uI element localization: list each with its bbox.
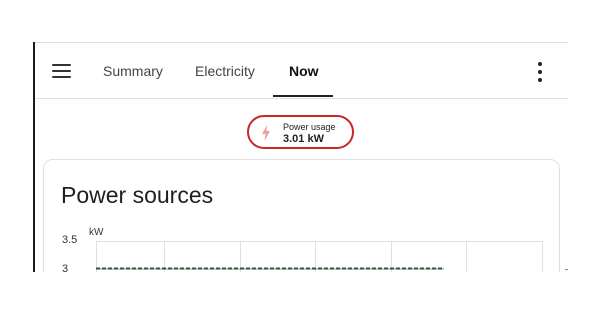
top-toolbar: Summary Electricity Now [35, 43, 568, 99]
hamburger-menu-icon[interactable] [52, 59, 76, 83]
power-sources-chart [96, 241, 543, 272]
page-bottom-area [0, 272, 600, 315]
y-tick-label: 3.5 [62, 234, 78, 246]
power-usage-label: Power usage [283, 122, 336, 132]
power-usage-badge[interactable]: Power usage 3.01 kW [247, 115, 354, 149]
tab-now[interactable]: Now [289, 43, 319, 98]
lightning-bolt-icon [262, 125, 270, 141]
y-axis-unit-label: kW [89, 227, 104, 238]
tab-summary[interactable]: Summary [103, 43, 163, 98]
card-title: Power sources [61, 182, 214, 208]
power-usage-value: 3.01 kW [283, 133, 324, 145]
edge-marker [565, 269, 568, 270]
app-frame: Summary Electricity Now Power usage 3.01… [0, 0, 600, 315]
active-tab-indicator [273, 95, 333, 97]
tab-electricity[interactable]: Electricity [195, 43, 255, 98]
more-vertical-icon[interactable] [535, 62, 545, 82]
